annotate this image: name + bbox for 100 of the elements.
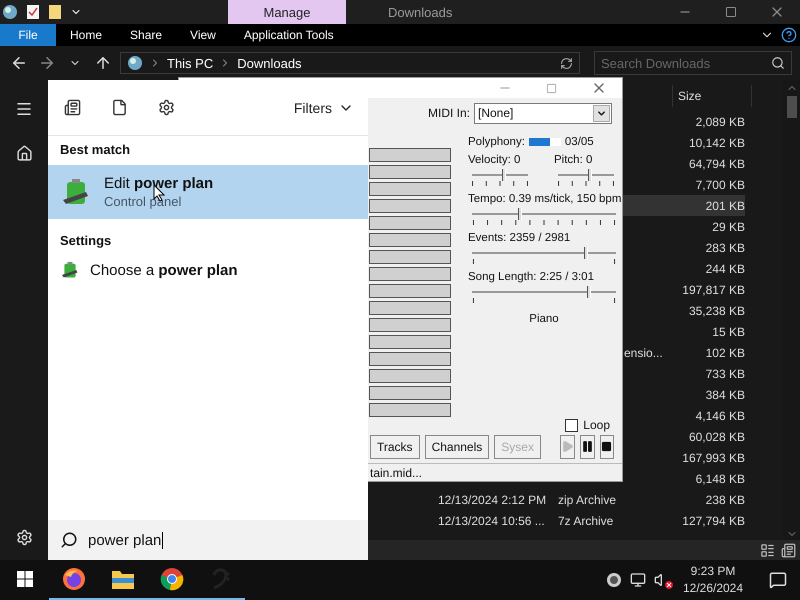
slider[interactable] [472,208,616,220]
size-cell: 197,817 KB [682,282,745,296]
polyphony-label: Polyphony: [468,136,525,148]
breadcrumb[interactable]: This PC [167,56,214,70]
computer-icon [127,55,143,71]
view-button[interactable]: Channels [424,434,490,459]
slider-label: Song Length: 2:25 / 3:01 [468,270,595,285]
home-icon[interactable] [16,145,32,162]
slider-thumb[interactable] [588,168,592,181]
ribbon-tab[interactable]: Application Tools [230,24,348,46]
details-view-icon[interactable] [760,542,775,558]
stop-button[interactable] [600,434,614,459]
search-icon [60,531,78,549]
slider-label: Pitch: 0 [554,152,594,168]
search-icon [771,56,785,70]
slider[interactable] [558,168,614,181]
section-heading: Settings [59,232,112,250]
search-result[interactable]: Choose a power plan [48,256,368,284]
loop-label: Loop [583,418,610,432]
slider-label: Velocity: 0 [468,152,522,168]
help-icon[interactable] [781,27,797,43]
refresh-icon[interactable] [560,56,573,70]
midi-in-label: MIDI In: [428,106,470,120]
network-icon[interactable] [630,572,646,588]
size-cell: 244 KB [706,262,745,276]
size-cell: 127,794 KB [682,514,745,528]
size-cell: 283 KB [706,240,745,254]
date-cell: 12/13/2024 10:56 ... [438,514,545,528]
size-cell: 4,146 KB [696,408,745,422]
view-button[interactable]: Tracks [370,434,420,459]
polyphony-reading: 03/05 [564,136,594,148]
size-cell: 238 KB [706,492,745,506]
address-bar[interactable]: This PC Downloads [120,52,580,74]
back-icon[interactable] [10,54,28,72]
size-cell: 102 KB [706,346,745,360]
size-cell: 384 KB [706,388,745,402]
search-field[interactable]: power plan [48,520,368,560]
menu-icon[interactable] [15,100,33,118]
stop-icon [601,441,612,452]
breadcrumb[interactable]: Downloads [237,56,302,70]
folder-icon[interactable] [110,568,134,590]
search-result[interactable]: Edit power plan Control panel [48,165,368,219]
play-icon [560,440,574,454]
status-text: tain.mid... [370,466,422,480]
pause-icon [580,440,594,454]
explorer-icon[interactable] [2,4,18,20]
battery-icon [60,260,80,280]
size-cell: 201 KB [706,198,745,212]
size-cell: 7,700 KB [696,178,745,192]
loop-checkbox[interactable] [565,418,578,432]
window-title: Downloads [387,4,454,22]
slider-thumb[interactable] [586,286,591,298]
chrome-icon[interactable] [160,567,184,591]
muted-icon [665,581,673,589]
file-tab[interactable]: File [0,24,56,46]
slider-thumb[interactable] [518,208,522,220]
properties-icon[interactable] [26,4,40,20]
size-cell: 733 KB [706,366,745,380]
size-cell: 64,794 KB [688,156,745,170]
ribbon-tab[interactable]: View [176,24,230,46]
polyphony-meter [528,138,561,146]
size-cell: 35,238 KB [688,304,745,318]
size-cell: 15 KB [712,324,745,338]
type-cell: zip Archive [558,492,616,506]
ribbon-tab[interactable]: Share [116,24,176,46]
settings-icon[interactable] [158,99,175,116]
firefox-icon[interactable] [62,567,86,591]
tick-marks [472,180,528,186]
slider-thumb[interactable] [584,246,588,259]
maximize-icon[interactable] [725,6,737,18]
clock[interactable]: 9:23 PM 12/26/2024 [678,563,748,597]
ribbon-tab[interactable]: Home [56,24,116,46]
context-tab[interactable]: Manage [228,0,346,24]
slider[interactable] [472,246,616,259]
tick-marks [558,180,614,186]
new-folder-icon[interactable] [48,4,62,20]
size-cell: 60,028 KB [688,430,745,444]
tiles-view-icon[interactable] [781,542,796,558]
scrollbar-thumb[interactable] [786,96,796,118]
size-cell: 2,089 KB [696,114,745,128]
notifications-icon[interactable] [769,571,787,589]
section-heading: Best match [59,141,132,159]
date-cell: 12/13/2024 2:12 PM [438,492,546,506]
type-cell: 7z Archive [558,514,614,528]
slider-label: Events: 2359 / 2981 [468,230,572,246]
pause-button[interactable] [580,434,595,459]
filters-button[interactable]: Filters [294,100,354,116]
document-icon[interactable] [111,99,128,116]
tray-app-icon[interactable] [606,572,622,588]
slider-thumb[interactable] [502,168,506,181]
midi-in-select[interactable]: [None] [474,102,612,124]
slider[interactable] [472,168,528,181]
up-icon[interactable] [94,54,112,72]
size-cell: 167,993 KB [682,450,745,464]
forward-icon[interactable] [38,54,56,72]
slider[interactable] [472,286,616,298]
windows-icon[interactable] [16,571,32,587]
type-cell: ensio... [624,346,663,360]
column-header[interactable]: Size [672,84,752,106]
apps-icon[interactable] [64,99,81,116]
